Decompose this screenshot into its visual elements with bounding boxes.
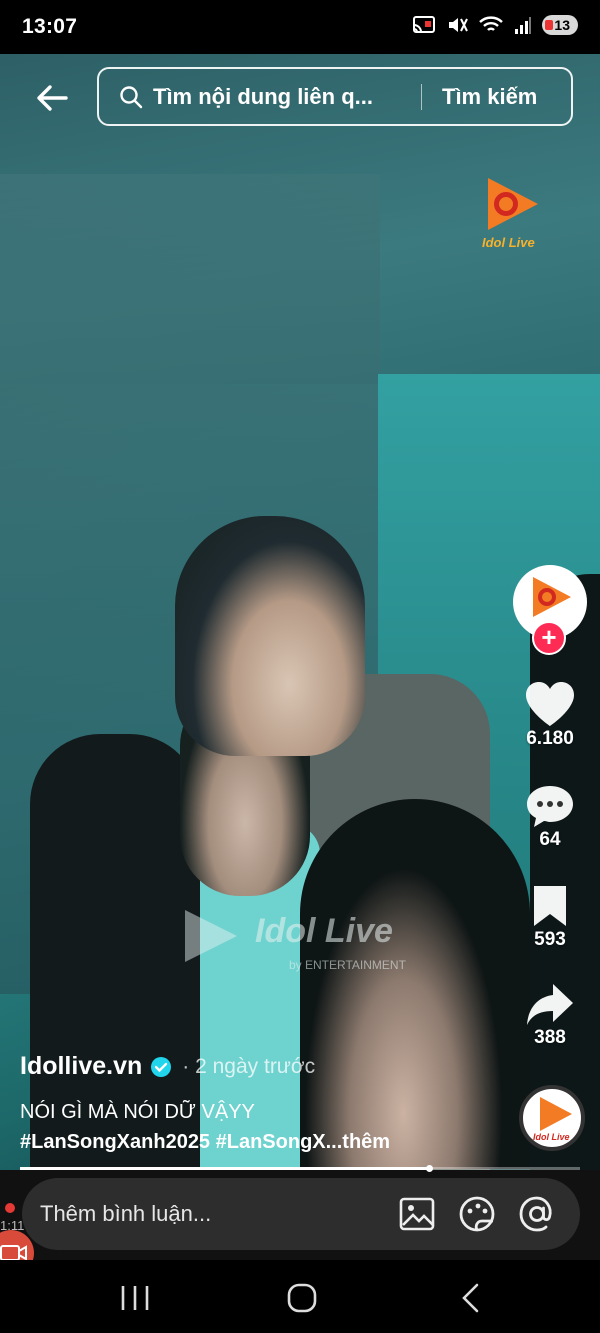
post-time: · 2 ngày trước	[182, 1054, 316, 1078]
video-watermark: Idol Live by ENTERTAINMENT	[185, 904, 425, 984]
save-count: 593	[534, 929, 566, 950]
mention-button[interactable]	[514, 1191, 560, 1237]
like-action[interactable]: 6.180	[510, 680, 590, 750]
back-arrow-icon[interactable]	[32, 78, 72, 118]
at-mention-icon[interactable]	[518, 1195, 556, 1233]
video-person-right	[530, 574, 600, 1170]
image-picker-button[interactable]	[394, 1191, 440, 1237]
idol-live-logo: Idol Live	[482, 178, 542, 254]
watermark-play-icon	[185, 910, 237, 962]
search-divider	[421, 83, 422, 110]
avatar-logo-ring	[538, 588, 556, 606]
wifi-icon	[479, 16, 504, 31]
heart-icon[interactable]	[524, 680, 576, 728]
recording-dot-icon	[5, 1203, 15, 1213]
status-bar: 13:07 13	[0, 0, 600, 54]
search-icon	[120, 85, 143, 108]
system-nav-bar	[0, 1260, 600, 1333]
music-disc[interactable]: Idol Live	[519, 1085, 585, 1151]
music-disc-logo-icon	[540, 1097, 572, 1131]
post-hashtags[interactable]: #LanSongXanh2025 #LanSongX...thêm	[20, 1131, 390, 1154]
share-action[interactable]: 388	[510, 981, 590, 1049]
post-caption: NÓI GÌ MÀ NÓI DỮ VẬYY	[20, 1101, 255, 1123]
cast-icon	[413, 16, 436, 33]
video-person-main	[175, 516, 365, 756]
verified-badge-icon	[151, 1056, 172, 1077]
signal-icon	[515, 17, 532, 34]
like-count: 6.180	[526, 728, 574, 749]
mute-icon	[449, 18, 469, 32]
share-count: 388	[534, 1027, 566, 1048]
search-input[interactable]: Tìm nội dung liên q...	[153, 84, 411, 110]
comment-count: 64	[539, 829, 561, 850]
comment-input[interactable]: Thêm bình luận...	[40, 1201, 380, 1227]
comment-icon[interactable]	[525, 783, 575, 829]
search-button[interactable]: Tìm kiếm	[442, 84, 537, 110]
watermark-title: Idol Live	[255, 912, 393, 950]
comment-input-bar[interactable]: Thêm bình luận...	[22, 1178, 580, 1250]
recent-apps-icon[interactable]	[115, 1278, 155, 1318]
search-bar[interactable]: Tìm nội dung liên q... Tìm kiếm	[97, 67, 573, 126]
comment-action[interactable]: 64	[510, 783, 590, 851]
video-progress-knob[interactable]	[425, 1165, 433, 1172]
watermark-subtitle: by ENTERTAINMENT	[289, 958, 406, 972]
battery-indicator: 13	[542, 15, 578, 35]
status-time: 13:07	[22, 15, 78, 38]
follow-button[interactable]: +	[532, 621, 566, 655]
video-person-front	[300, 799, 530, 1169]
battery-saver-icon	[545, 20, 554, 30]
status-icons: 13	[412, 14, 578, 36]
logo-ring	[494, 192, 518, 216]
battery-level: 13	[554, 17, 570, 33]
sticker-button[interactable]	[454, 1191, 500, 1237]
music-disc-text: Idol Live	[533, 1132, 570, 1142]
video-progress-fill	[20, 1167, 429, 1170]
bookmark-icon[interactable]	[530, 883, 570, 929]
save-action[interactable]: 593	[510, 883, 590, 951]
back-nav-icon[interactable]	[452, 1278, 492, 1318]
image-icon[interactable]	[399, 1197, 435, 1231]
home-icon[interactable]	[282, 1278, 322, 1318]
logo-text: Idol Live	[482, 235, 535, 250]
author-name[interactable]: Idollive.vn	[20, 1052, 142, 1081]
share-icon[interactable]	[525, 981, 575, 1027]
author-row: Idollive.vn · 2 ngày trước	[20, 1052, 315, 1081]
emoji-icon[interactable]	[458, 1195, 496, 1233]
video-progress-bar[interactable]	[20, 1165, 580, 1172]
